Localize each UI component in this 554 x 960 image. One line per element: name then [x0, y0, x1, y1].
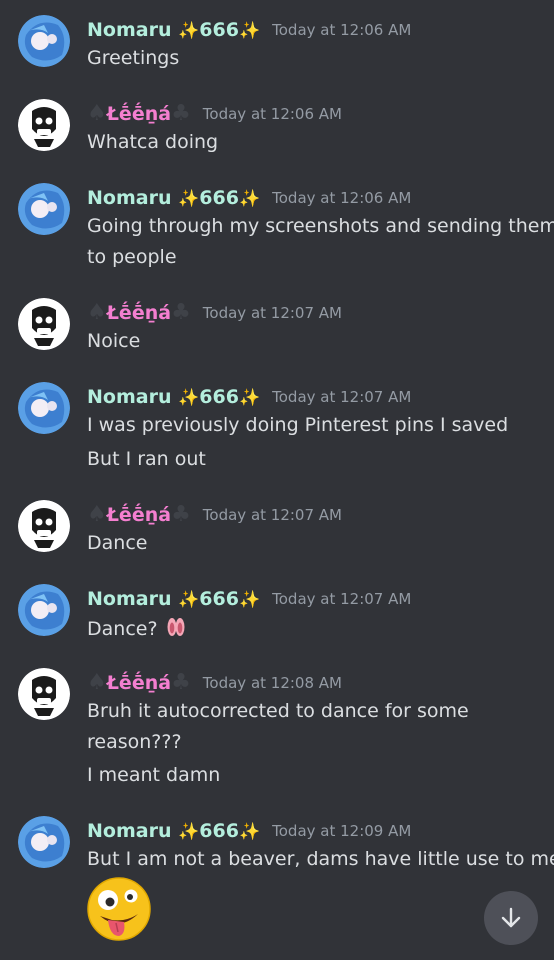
sparkles-icon: ✨	[238, 188, 261, 209]
message-text: Greetings	[87, 47, 180, 69]
sparkles-icon: ✨	[178, 387, 200, 408]
timestamp: Today at 12:09 AM	[272, 822, 412, 840]
club-icon: ♣	[171, 502, 191, 527]
message-header: ♠Łḗḗṉá♣ Today at 12:08 AM	[87, 670, 342, 696]
message-header: ♠Łḗḗṉá♣ Today at 12:07 AM	[87, 300, 342, 326]
timestamp: Today at 12:06 AM	[272, 21, 412, 39]
sparkles-icon: ✨	[178, 589, 200, 610]
message-header: Nomaru ✨666✨ Today at 12:06 AM	[87, 17, 411, 43]
scroll-to-bottom-button[interactable]	[484, 891, 538, 945]
spade-icon: ♠	[87, 300, 107, 325]
message-text: Dance	[87, 532, 148, 554]
sparkles-icon: ✨	[238, 821, 261, 842]
author-name[interactable]: ♠Łḗḗṉá♣	[87, 671, 191, 695]
spade-icon: ♠	[87, 670, 107, 695]
message-header: Nomaru ✨666✨ Today at 12:07 AM	[87, 384, 411, 410]
message-text: But I am not a beaver, dams have little …	[87, 848, 554, 870]
message-text: to people	[87, 246, 177, 268]
message-header: ♠Łḗḗṉá♣ Today at 12:06 AM	[87, 101, 342, 127]
avatar-leena[interactable]	[18, 298, 70, 350]
avatar-leena[interactable]	[18, 668, 70, 720]
message-text: Bruh it autocorrected to dance for some	[87, 700, 469, 722]
author-name[interactable]: ♠Łḗḗṉá♣	[87, 503, 191, 527]
timestamp: Today at 12:06 AM	[272, 189, 412, 207]
message-text: Whatca doing	[87, 131, 219, 153]
author-name[interactable]: ♠Łḗḗṉá♣	[87, 102, 191, 126]
avatar-leena[interactable]	[18, 500, 70, 552]
message-text: I meant damn	[87, 764, 221, 786]
avatar-nomaru[interactable]	[18, 584, 70, 636]
message-header: ♠Łḗḗṉá♣ Today at 12:07 AM	[87, 502, 342, 528]
sparkles-icon: ✨	[178, 821, 200, 842]
author-name[interactable]: Nomaru ✨666✨	[87, 587, 260, 612]
club-icon: ♣	[171, 670, 191, 695]
author-name[interactable]: Nomaru ✨666✨	[87, 819, 260, 844]
spade-icon: ♠	[87, 502, 107, 527]
timestamp: Today at 12:07 AM	[202, 304, 342, 322]
avatar-nomaru[interactable]	[18, 816, 70, 868]
message-text: But I ran out	[87, 448, 206, 470]
ballet-shoes-emoji	[164, 615, 188, 645]
arrow-down-icon	[501, 907, 521, 928]
avatar-nomaru[interactable]	[18, 382, 70, 434]
message-header: Nomaru ✨666✨ Today at 12:06 AM	[87, 185, 411, 211]
message-header: Nomaru ✨666✨ Today at 12:07 AM	[87, 586, 411, 612]
timestamp: Today at 12:06 AM	[202, 105, 342, 123]
message-header: Nomaru ✨666✨ Today at 12:09 AM	[87, 818, 411, 844]
spade-icon: ♠	[87, 101, 107, 126]
timestamp: Today at 12:07 AM	[272, 590, 412, 608]
avatar-leena[interactable]	[18, 99, 70, 151]
club-icon: ♣	[171, 300, 191, 325]
message-text: Going through my screenshots and sending…	[87, 215, 554, 237]
message-text: Noice	[87, 330, 141, 352]
sparkles-icon: ✨	[178, 20, 200, 41]
avatar-nomaru[interactable]	[18, 183, 70, 235]
author-name[interactable]: Nomaru ✨666✨	[87, 18, 260, 43]
message-text: I was previously doing Pinterest pins I …	[87, 414, 509, 436]
timestamp: Today at 12:08 AM	[202, 674, 342, 692]
author-name[interactable]: Nomaru ✨666✨	[87, 186, 260, 211]
sparkles-icon: ✨	[178, 188, 200, 209]
message-text: Dance?	[87, 615, 188, 645]
message-text: reason???	[87, 731, 182, 753]
club-icon: ♣	[171, 101, 191, 126]
timestamp: Today at 12:07 AM	[202, 506, 342, 524]
sparkles-icon: ✨	[238, 387, 261, 408]
sparkles-icon: ✨	[238, 20, 261, 41]
zany-face-emoji	[86, 876, 152, 942]
sparkles-icon: ✨	[238, 589, 261, 610]
author-name[interactable]: ♠Łḗḗṉá♣	[87, 301, 191, 325]
timestamp: Today at 12:07 AM	[272, 388, 412, 406]
avatar-nomaru[interactable]	[18, 15, 70, 67]
author-name[interactable]: Nomaru ✨666✨	[87, 385, 260, 410]
